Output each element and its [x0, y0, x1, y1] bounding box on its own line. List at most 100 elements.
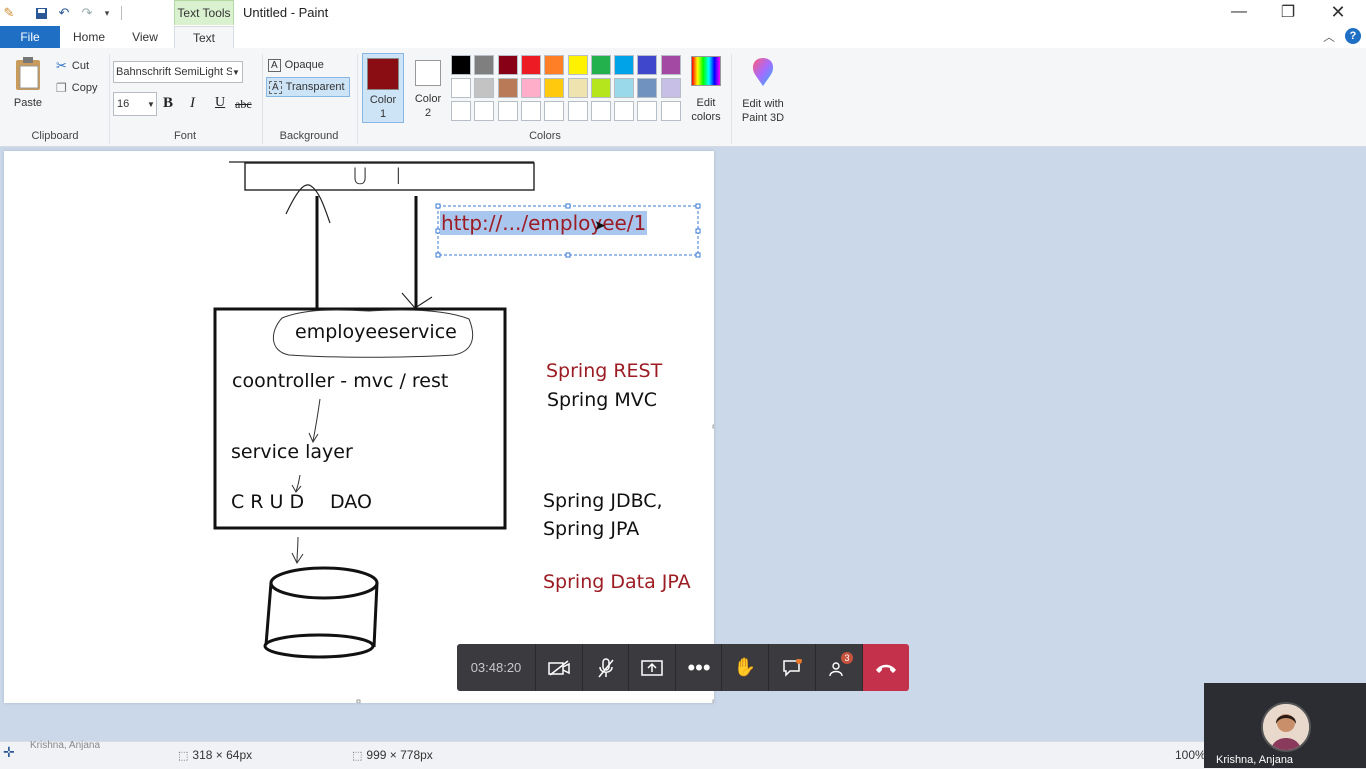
paint3d-icon: [752, 58, 774, 86]
palette-swatch[interactable]: [451, 55, 471, 75]
chat-icon: [783, 658, 802, 677]
palette-swatch[interactable]: [660, 78, 681, 98]
custom-color-slot[interactable]: [567, 101, 588, 121]
chat-button[interactable]: [768, 644, 815, 691]
save-icon[interactable]: [32, 4, 50, 22]
palette-swatch[interactable]: [520, 55, 541, 75]
paste-button[interactable]: Paste: [10, 56, 46, 109]
participant-name: Krishna, Anjana: [1216, 754, 1294, 766]
palette-swatch[interactable]: [637, 78, 658, 98]
palette-swatch[interactable]: [614, 78, 635, 98]
chevron-down-icon: ▼: [232, 67, 240, 77]
custom-color-slot[interactable]: [520, 101, 541, 121]
transparent-label: Transparent: [285, 81, 345, 93]
service-layer-label: service layer: [231, 441, 353, 463]
collapse-ribbon-icon[interactable]: ︿: [1323, 28, 1335, 45]
palette-swatch[interactable]: [590, 55, 611, 75]
edit-colors-label: Edit colors: [691, 97, 721, 123]
background-group-label: Background: [279, 130, 339, 142]
avatar: [1261, 702, 1311, 752]
image-size-icon: ⬚: [352, 749, 363, 762]
custom-color-slot[interactable]: [614, 101, 635, 121]
palette-swatch[interactable]: [660, 55, 681, 75]
palette-swatch[interactable]: [451, 78, 471, 98]
opaque-button[interactable]: A Opaque: [268, 56, 348, 74]
custom-color-slot[interactable]: [637, 101, 658, 121]
custom-color-slot[interactable]: [590, 101, 611, 121]
tab-text[interactable]: Text: [174, 26, 234, 50]
redo-icon[interactable]: ↷: [78, 4, 96, 22]
palette-swatch[interactable]: [567, 55, 588, 75]
more-options-button[interactable]: •••: [675, 644, 722, 691]
help-icon[interactable]: ?: [1345, 28, 1361, 44]
hang-up-button[interactable]: [862, 644, 909, 691]
paste-icon: [16, 57, 40, 90]
context-tab-text-tools: Text Tools: [174, 0, 234, 25]
crud-label: C R U D: [231, 491, 305, 513]
color1-swatch: [367, 58, 399, 90]
palette-swatch[interactable]: [544, 78, 565, 98]
palette-swatch[interactable]: [637, 55, 658, 75]
mic-off-icon: [598, 657, 614, 677]
mic-muted-button[interactable]: [582, 644, 629, 691]
transparent-icon: A: [269, 80, 282, 94]
edit-colors-button[interactable]: Edit colors: [688, 56, 724, 124]
scissors-icon: ✂: [56, 58, 67, 73]
camera-off-button[interactable]: [535, 644, 582, 691]
palette-swatch[interactable]: [614, 55, 635, 75]
palette-swatch[interactable]: [474, 55, 495, 75]
ui-box-label: U I: [352, 165, 412, 190]
drawing-canvas[interactable]: U I http://.../employee/1 ➤ employeeserv…: [4, 151, 714, 703]
palette-swatch[interactable]: [520, 78, 541, 98]
minimize-button[interactable]: —: [1216, 0, 1262, 24]
custom-color-slot[interactable]: [660, 101, 681, 121]
font-family-select[interactable]: Bahnschrift SemiLight S ▼: [113, 61, 243, 83]
more-dots-icon: •••: [687, 654, 711, 680]
image-size-value: 999 × 778px: [366, 748, 433, 762]
close-button[interactable]: ✕: [1315, 0, 1361, 24]
custom-color-slot[interactable]: [451, 101, 471, 121]
tab-home[interactable]: Home: [64, 26, 114, 48]
spring-mvc-label: Spring MVC: [547, 389, 658, 411]
employeeservice-label: employeeservice: [295, 321, 457, 343]
strikethrough-button[interactable]: abc: [235, 97, 252, 112]
chevron-down-icon: ▼: [147, 99, 155, 109]
spring-rest-label: Spring REST: [546, 360, 663, 382]
selection-size-status: ⬚ 318 × 64px: [178, 748, 252, 762]
color2-label: Color 2: [414, 93, 442, 119]
font-size-select[interactable]: 16 ▼: [113, 92, 157, 116]
palette-swatch[interactable]: [544, 55, 565, 75]
color1-button[interactable]: Color 1: [362, 53, 404, 123]
participants-button[interactable]: 3: [815, 644, 862, 691]
color2-button[interactable]: Color 2: [408, 53, 448, 123]
undo-icon[interactable]: ↶: [55, 4, 73, 22]
custom-color-slot[interactable]: [474, 101, 495, 121]
palette-swatch[interactable]: [567, 78, 588, 98]
palette-swatch[interactable]: [590, 78, 611, 98]
custom-color-slot[interactable]: [544, 101, 565, 121]
edit-with-paint3d-button[interactable]: Edit with Paint 3D: [736, 56, 790, 125]
tab-view[interactable]: View: [120, 26, 170, 48]
raise-hand-button[interactable]: ✋: [721, 644, 768, 691]
restore-button[interactable]: ❐: [1265, 0, 1311, 24]
custom-color-slot[interactable]: [497, 101, 518, 121]
paste-label: Paste: [13, 97, 43, 109]
palette-swatch[interactable]: [497, 55, 518, 75]
cut-button[interactable]: ✂ Cut: [56, 58, 89, 74]
palette-swatch[interactable]: [497, 78, 518, 98]
share-screen-button[interactable]: [628, 644, 675, 691]
underline-button[interactable]: U: [215, 95, 225, 111]
italic-button[interactable]: I: [190, 95, 195, 112]
copy-button[interactable]: ❐ Copy: [56, 81, 97, 95]
bold-button[interactable]: B: [163, 95, 173, 112]
selection-icon: ⬚: [178, 749, 189, 762]
controller-label: coontroller - mvc / rest: [232, 370, 449, 392]
url-text-selected[interactable]: http://.../employee/1: [440, 211, 648, 235]
group-separator: [731, 54, 732, 144]
overlay-name-label: Krishna, Anjana: [30, 740, 101, 751]
customize-quick-access-icon[interactable]: ▾: [98, 4, 116, 22]
participant-video-tile[interactable]: Krishna, Anjana: [1204, 683, 1366, 768]
palette-swatch[interactable]: [474, 78, 495, 98]
transparent-button[interactable]: A Transparent: [266, 77, 350, 97]
tab-file[interactable]: File: [0, 26, 60, 48]
